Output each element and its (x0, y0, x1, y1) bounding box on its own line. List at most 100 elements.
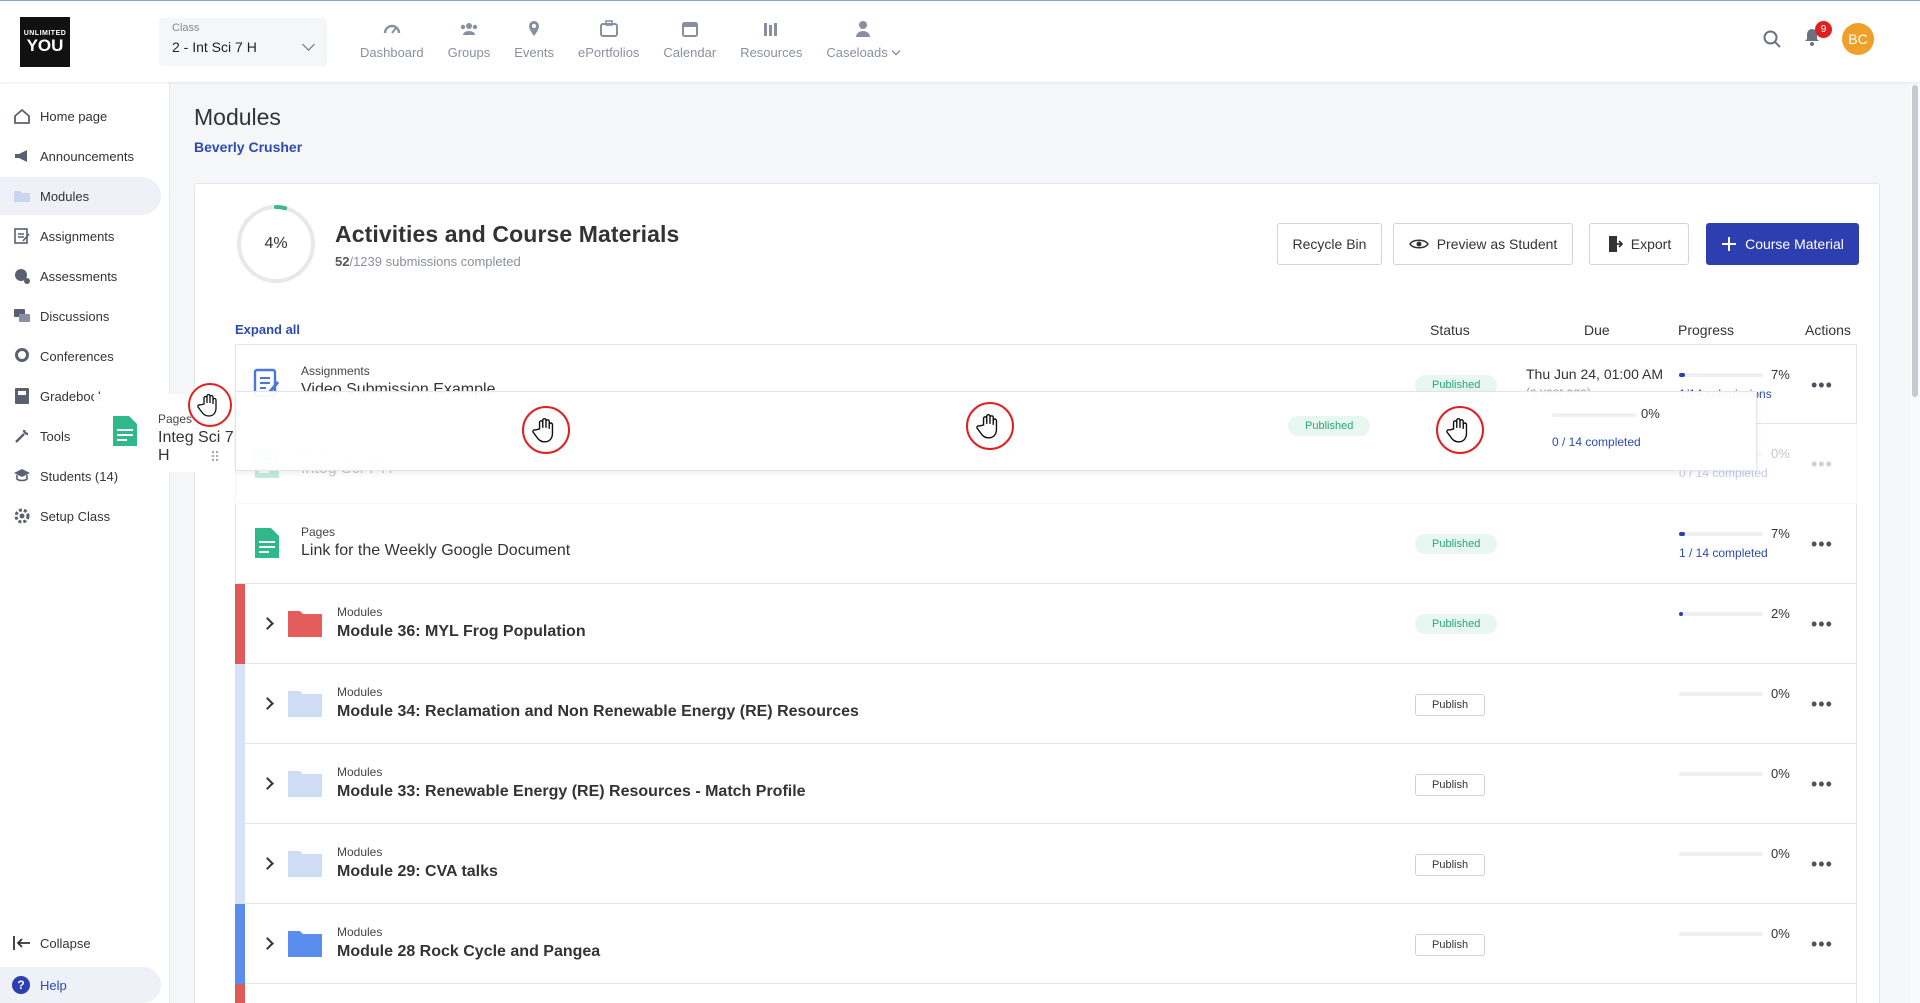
add-course-material-button[interactable]: Course Material (1706, 223, 1859, 265)
item-name[interactable]: Module 28 Rock Cycle and Pangea (337, 943, 600, 961)
nav-eportfolios[interactable]: ePortfolios (566, 19, 651, 60)
more-actions-icon[interactable]: ••• (1811, 454, 1833, 475)
item-name: Integ Sci 7 H (158, 429, 234, 464)
sidebar-item-announcements[interactable]: Announcements (0, 137, 161, 175)
item-type: Modules (337, 685, 383, 699)
publish-button[interactable]: Publish (1415, 854, 1486, 876)
avatar[interactable]: BC (1842, 23, 1874, 55)
nav-dashboard[interactable]: Dashboard (348, 19, 436, 60)
table-row[interactable]: Modules Module 36: MYL Frog Population P… (235, 584, 1857, 664)
app-logo[interactable]: UNLIMITED YOU (20, 17, 70, 67)
publish-button[interactable]: Publish (1415, 694, 1486, 716)
item-name[interactable]: Module 33: Renewable Energy (RE) Resourc… (337, 783, 806, 801)
sidebar-item-label: Setup Class (40, 508, 111, 524)
item-type: Modules (337, 605, 383, 619)
chevron-right-icon[interactable] (261, 937, 274, 950)
table-row[interactable]: Modules Module 34: Reclamation and Non R… (235, 664, 1857, 744)
more-actions-icon[interactable]: ••• (1811, 694, 1833, 715)
notifications-button[interactable]: 9 (1802, 20, 1832, 52)
sidebar-item-label: Modules (40, 188, 90, 204)
progress-percent: 2% (1771, 606, 1790, 621)
status-badge[interactable]: Published (1415, 534, 1498, 554)
more-actions-icon[interactable]: ••• (1811, 854, 1833, 875)
class-selector[interactable]: Class 2 - Int Sci 7 H (159, 18, 327, 66)
recycle-bin-button[interactable]: Recycle Bin (1277, 223, 1382, 265)
preview-as-student-button[interactable]: Preview as Student (1393, 223, 1573, 265)
top-bar: UNLIMITED YOU Class 2 - Int Sci 7 H Dash… (0, 0, 1920, 82)
progress-percent: 7% (1771, 367, 1790, 382)
person-icon (855, 21, 870, 37)
nav-label: Resources (740, 45, 803, 60)
nav-calendar[interactable]: Calendar (651, 19, 728, 60)
sidebar-item-home[interactable]: Home page (0, 97, 161, 135)
nav-events[interactable]: Events (502, 19, 566, 60)
sidebar-item-setup-class[interactable]: Setup Class (0, 497, 161, 535)
status-badge[interactable]: Published (1415, 614, 1498, 634)
table-row[interactable]: Pages Link for the Weekly Google Documen… (235, 504, 1857, 584)
chevron-down-icon (891, 46, 901, 56)
sidebar-item-conferences[interactable]: Conferences (0, 337, 161, 375)
status-cell: Published (1415, 614, 1498, 634)
table-row[interactable]: Modules Module 33: Renewable Energy (RE)… (235, 744, 1857, 824)
item-type: Pages (158, 412, 193, 426)
chevron-right-icon[interactable] (261, 857, 274, 870)
progress-fill (1679, 532, 1685, 536)
discussion-icon (12, 307, 32, 325)
more-actions-icon[interactable]: ••• (1811, 774, 1833, 795)
item-name[interactable]: Link for the Weekly Google Document (301, 542, 570, 560)
table-row[interactable]: Modules Module 28 Rock Cycle and Pangea … (235, 904, 1857, 984)
nav-resources[interactable]: Resources (728, 19, 814, 60)
sidebar-item-label: Assignments (40, 228, 115, 244)
expand-all-link[interactable]: Expand all (235, 322, 300, 337)
nav-groups[interactable]: Groups (436, 19, 503, 60)
drag-handle-icon[interactable]: ⠿ (210, 449, 220, 466)
item-name[interactable]: Module 34: Reclamation and Non Renewable… (337, 703, 859, 721)
table-row[interactable]: Modules Module 29: CVA talks Publish 0% … (235, 824, 1857, 904)
progress-detail[interactable]: 1 / 14 completed (1679, 546, 1768, 560)
search-icon[interactable] (1762, 29, 1782, 49)
column-header-progress: Progress (1678, 322, 1735, 338)
sidebar-item-label: Announcements (40, 148, 134, 164)
table-row[interactable] (235, 984, 1857, 1003)
nav-label: ePortfolios (578, 45, 640, 60)
completion-percent: 4% (264, 235, 288, 252)
chevron-right-icon[interactable] (261, 617, 274, 630)
progress-bar (1552, 413, 1636, 417)
module-color-stripe (235, 584, 245, 664)
submissions-summary: 52/1239 submissions completed (335, 254, 521, 269)
publish-button[interactable]: Publish (1415, 774, 1486, 796)
plus-icon (1722, 237, 1737, 251)
sidebar-item-assignments[interactable]: Assignments (0, 217, 161, 255)
help-icon: ? (12, 976, 30, 994)
progress-percent: 0% (1641, 406, 1660, 421)
nav-caseloads[interactable]: Caseloads (814, 19, 910, 60)
sidebar-item-label: Conferences (40, 348, 114, 364)
teacher-name-link[interactable]: Beverly Crusher (194, 139, 302, 155)
students-icon (12, 467, 32, 485)
folder-icon (288, 611, 322, 637)
more-actions-icon[interactable]: ••• (1811, 614, 1833, 635)
sidebar-item-discussions[interactable]: Discussions (0, 297, 161, 335)
portfolio-icon (599, 20, 618, 37)
collapse-sidebar-button[interactable]: Collapse (12, 935, 91, 951)
module-color-stripe (235, 824, 245, 904)
chevron-right-icon[interactable] (261, 777, 274, 790)
nav-label: Calendar (663, 45, 717, 60)
export-icon (1608, 236, 1623, 252)
export-button[interactable]: Export (1589, 223, 1689, 265)
sidebar-item-modules[interactable]: Modules (0, 177, 161, 215)
page-icon (255, 528, 279, 558)
item-name[interactable]: Module 36: MYL Frog Population (337, 623, 586, 641)
progress-percent: 0% (1771, 766, 1790, 781)
help-button[interactable]: ? Help (0, 967, 161, 1003)
page-scrollbar-thumb[interactable] (1912, 85, 1918, 397)
more-actions-icon[interactable]: ••• (1811, 534, 1833, 555)
more-actions-icon[interactable]: ••• (1811, 934, 1833, 955)
sidebar-item-assessments[interactable]: Assessments (0, 257, 161, 295)
progress-bar (1679, 373, 1763, 377)
item-name[interactable]: Module 29: CVA talks (337, 863, 498, 881)
chevron-right-icon[interactable] (261, 697, 274, 710)
publish-button[interactable]: Publish (1415, 934, 1486, 956)
nav-label: Caseloads (826, 45, 901, 60)
more-actions-icon[interactable]: ••• (1811, 375, 1833, 396)
